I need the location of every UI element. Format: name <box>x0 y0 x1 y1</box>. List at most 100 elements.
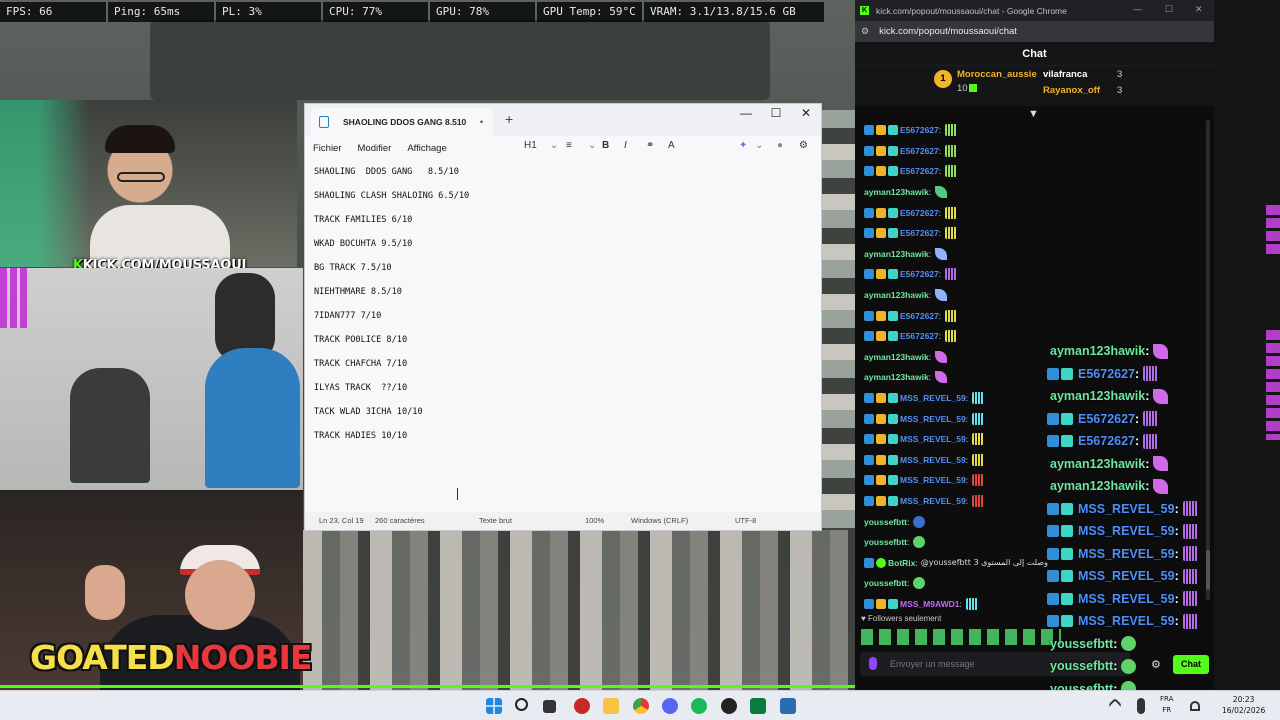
emote-icon <box>1121 681 1137 690</box>
chevron-down-icon[interactable]: ⌄ <box>588 140 602 151</box>
badge-icon <box>876 228 886 239</box>
notepad-text-area[interactable]: SHAOLING DDOS GANG 8.5/10 SHAOLING CLASH… <box>305 160 821 514</box>
overlay-chat-message: ayman123hawik : <box>1047 475 1280 498</box>
gift-icon <box>969 84 977 92</box>
account-icon[interactable]: ● <box>777 140 799 151</box>
minimize-icon[interactable]: — <box>731 104 761 124</box>
heading-dropdown[interactable]: H1 <box>524 140 550 151</box>
menu-fichier[interactable]: Fichier <box>313 143 342 154</box>
chrome-icon[interactable] <box>633 698 649 714</box>
emote-picker-icon[interactable] <box>869 657 877 670</box>
chat-username[interactable]: ayman123hawik <box>864 187 929 197</box>
badge-icon <box>864 166 874 177</box>
site-info-icon[interactable]: ⚙ <box>861 26 869 37</box>
game-launcher-icon[interactable] <box>750 698 766 714</box>
chat-username[interactable]: E5672627 <box>900 208 939 218</box>
chat-message: E5672627: <box>855 223 1214 244</box>
notepad-titlebar: SHAOLING DDOS GANG 8.510 • + — ☐ ✕ <box>305 104 821 136</box>
badge-icon <box>888 454 898 465</box>
list-icon[interactable]: ≡ <box>566 140 588 151</box>
chat-username[interactable]: MSS_REVEL_59 <box>900 393 966 403</box>
spotify-icon[interactable] <box>691 698 707 714</box>
chat-username[interactable]: MSS_REVEL_59 <box>900 496 966 506</box>
task-view-icon[interactable] <box>543 700 556 713</box>
badge-icon <box>876 393 886 404</box>
chevron-up-icon[interactable] <box>1107 697 1123 713</box>
chat-username[interactable]: youssefbtt <box>864 578 907 588</box>
chevron-down-icon[interactable]: ⌄ <box>755 140 777 151</box>
game-scene-middle <box>0 268 303 490</box>
clock[interactable]: 20:23 16/02/2026 <box>1222 694 1265 716</box>
leader-name[interactable]: vilafranca <box>1043 69 1087 80</box>
emote-icon <box>1182 546 1198 562</box>
maximize-icon[interactable]: ☐ <box>1165 4 1173 15</box>
menu-affichage[interactable]: Affichage <box>407 143 446 154</box>
microphone-icon[interactable] <box>1137 698 1145 714</box>
new-tab-icon[interactable]: + <box>505 111 513 127</box>
menu-modifier[interactable]: Modifier <box>358 143 392 154</box>
chat-username[interactable]: E5672627 <box>900 331 939 341</box>
right-toolbar: ✦ ⌄ ● ⚙ <box>739 140 821 151</box>
quick-emotes[interactable] <box>861 629 1061 645</box>
pinned-toggle-icon[interactable]: ▼ <box>1028 108 1039 120</box>
chat-username[interactable]: ayman123hawik <box>864 290 929 300</box>
leader-name[interactable]: Rayanox_off <box>1043 85 1100 96</box>
chat-username[interactable]: E5672627 <box>900 269 939 279</box>
chat-username[interactable]: ayman123hawik <box>864 372 929 382</box>
rank-badge: 1 <box>934 70 952 88</box>
chat-username[interactable]: MSS_REVEL_59 <box>900 434 966 444</box>
overlay-chat-message: youssefbtt : <box>1047 655 1280 678</box>
maximize-icon[interactable]: ☐ <box>761 104 791 124</box>
bold-icon[interactable]: B <box>602 140 624 151</box>
address-bar[interactable]: ⚙ kick.com/popout/moussaoui/chat <box>855 21 1214 42</box>
chat-username[interactable]: MSS_REVEL_59 <box>900 475 966 485</box>
link-icon[interactable]: ⚭ <box>646 140 668 151</box>
overlay-chat-message: ayman123hawik : <box>1047 340 1280 363</box>
start-icon[interactable] <box>486 698 502 714</box>
discord-icon[interactable] <box>662 698 678 714</box>
text-line: NIEHTHMARE 8.5/10 <box>314 287 402 297</box>
chevron-down-icon[interactable]: ⌄ <box>550 140 566 151</box>
notepad-icon[interactable] <box>780 698 796 714</box>
chat-username[interactable]: youssefbtt <box>864 517 907 527</box>
app-icon[interactable] <box>574 698 590 714</box>
leader-name[interactable]: Moroccan_aussie <box>957 69 1037 80</box>
file-explorer-icon[interactable] <box>603 698 619 714</box>
emote-icon <box>1182 568 1198 584</box>
chat-username[interactable]: MSS_REVEL_59 <box>900 414 966 424</box>
close-icon[interactable]: ✕ <box>791 104 821 124</box>
chat-username[interactable]: E5672627 <box>900 311 939 321</box>
badge-icon <box>864 310 874 321</box>
clear-format-icon[interactable]: A <box>668 140 690 151</box>
chat-username[interactable]: E5672627 <box>900 125 939 135</box>
notepad-tab[interactable]: SHAOLING DDOS GANG 8.510 • <box>311 108 493 136</box>
language-indicator[interactable]: FRA FR <box>1160 694 1173 716</box>
chat-username[interactable]: E5672627 <box>900 166 939 176</box>
chat-username[interactable]: ayman123hawik <box>864 352 929 362</box>
emote-icon <box>1121 658 1137 674</box>
zoom-level[interactable]: 100% <box>585 516 604 525</box>
emote-icon <box>1121 636 1137 652</box>
copilot-icon[interactable]: ✦ <box>739 140 755 151</box>
chat-username[interactable]: E5672627 <box>900 228 939 238</box>
emote-icon <box>913 515 926 528</box>
chat-username[interactable]: ayman123hawik <box>864 249 929 259</box>
wifi-icon[interactable] <box>1190 701 1200 711</box>
close-icon[interactable]: ✕ <box>1195 4 1203 15</box>
minimize-icon[interactable]: — <box>1133 4 1142 14</box>
unsaved-dot-icon[interactable]: • <box>480 117 483 127</box>
settings-icon[interactable]: ⚙ <box>799 140 821 151</box>
chat-username[interactable]: E5672627 <box>900 146 939 156</box>
chat-username[interactable]: MSS_M9AWD1 <box>900 599 960 609</box>
window-title: kick.com/popout/moussaoui/chat - Google … <box>876 5 1067 16</box>
search-icon[interactable] <box>515 698 528 711</box>
chat-username[interactable]: MSS_REVEL_59 <box>900 455 966 465</box>
badge-icon <box>888 413 898 424</box>
obs-icon[interactable] <box>721 698 737 714</box>
badge-icon <box>876 495 886 506</box>
chat-username[interactable]: BotRix <box>888 558 915 568</box>
chat-username[interactable]: youssefbtt <box>864 537 907 547</box>
tab-title: SHAOLING DDOS GANG 8.510 <box>343 117 467 127</box>
emote-icon <box>945 330 958 343</box>
italic-icon[interactable]: I <box>624 140 646 151</box>
